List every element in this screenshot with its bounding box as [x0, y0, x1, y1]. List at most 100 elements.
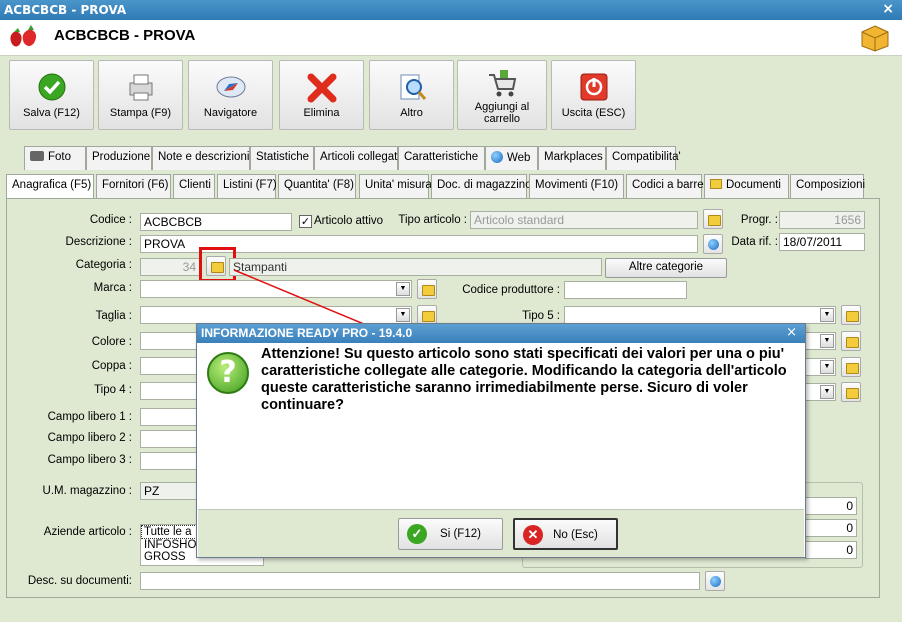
tab-top-1[interactable]: Produzione — [86, 146, 152, 170]
tab-label: Produzione — [92, 151, 151, 163]
no-label: No (Esc) — [553, 529, 598, 541]
toolbar-button-1[interactable]: Stampa (F9) — [98, 60, 183, 130]
app-header: ACBCBCB - PROVA — [0, 20, 902, 56]
data-rif-field[interactable]: 18/07/2011 — [779, 233, 865, 251]
toolbar-button-3[interactable]: Elimina — [279, 60, 364, 130]
colore-label: Colore : — [91, 336, 132, 348]
toolbar-button-label: Uscita (ESC) — [561, 107, 626, 119]
taglia-label: Taglia : — [95, 310, 132, 322]
taglia-folder-icon[interactable] — [417, 305, 437, 325]
chevron-down-icon: ▼ — [820, 308, 834, 322]
campo-libero-1-field[interactable] — [140, 408, 200, 426]
tab-top-0[interactable]: Foto — [24, 146, 86, 170]
chevron-down-icon: ▼ — [820, 360, 834, 374]
toolbar-button-label: Stampa (F9) — [109, 107, 172, 119]
toolbar-button-2[interactable]: Navigatore — [188, 60, 273, 130]
tipo6-folder-icon[interactable] — [841, 331, 861, 351]
tab-bottom-9[interactable]: Documenti — [704, 174, 789, 198]
tab-bottom-0[interactable]: Anagrafica (F5) — [6, 174, 94, 200]
tab-bottom-5[interactable]: Unita' misura — [359, 174, 432, 198]
check-icon — [38, 73, 65, 101]
toolbar-button-4[interactable]: Altro — [369, 60, 454, 130]
dialog-close-button[interactable]: × — [786, 325, 797, 340]
tab-bottom-3[interactable]: Listini (F7) — [217, 174, 277, 198]
tipo5-folder-icon[interactable] — [841, 305, 861, 325]
folder-icon — [710, 179, 722, 189]
chevron-down-icon: ▼ — [396, 282, 410, 296]
toolbar-button-6[interactable]: Uscita (ESC) — [551, 60, 636, 130]
toolbar-button-label: Aggiungi al carrello — [474, 101, 530, 125]
tab-bottom-2[interactable]: Clienti — [173, 174, 215, 198]
tab-bottom-10[interactable]: Composizioni — [790, 174, 865, 198]
campo-libero-2-field[interactable] — [140, 430, 200, 448]
um-magazzino-field[interactable]: PZ — [140, 482, 200, 500]
tab-top-3[interactable]: Statistiche — [250, 146, 314, 170]
qty-field-2[interactable]: 0 — [805, 519, 857, 537]
tab-label: Web — [507, 152, 531, 164]
taglia-select[interactable]: ▼ — [140, 306, 412, 324]
no-button[interactable]: ✕ No (Esc) — [513, 518, 618, 550]
yes-button[interactable]: ✓ Si (F12) — [398, 518, 503, 550]
desc-documenti-globe-icon[interactable] — [705, 571, 725, 591]
campo-libero-3-field[interactable] — [140, 452, 200, 470]
confirm-dialog: INFORMAZIONE READY PRO - 19.4.0 × ? Atte… — [196, 323, 806, 558]
descrizione-globe-icon[interactable] — [703, 234, 723, 254]
tab-bottom-4[interactable]: Quantita' (F8) — [278, 174, 356, 198]
toolbar-button-0[interactable]: Salva (F12) — [9, 60, 94, 130]
tab-label: Doc. di magazzino — [437, 179, 532, 191]
tab-top-2[interactable]: Note e descrizioni — [152, 146, 250, 170]
tab-top-8[interactable]: Compatibilita' — [606, 146, 681, 170]
tipo7-folder-icon[interactable] — [841, 357, 861, 377]
tab-bottom-7[interactable]: Movimenti (F10) — [529, 174, 624, 198]
tab-label: Statistiche — [256, 151, 310, 163]
desc-documenti-field[interactable] — [140, 572, 700, 590]
dialog-message: Attenzione! Su questo articolo sono stat… — [261, 346, 787, 413]
tab-top-4[interactable]: Articoli collegati — [314, 146, 400, 170]
toolbar-button-label: Altro — [400, 107, 423, 119]
tipo5-select[interactable]: ▼ — [564, 306, 836, 324]
qty-field-1[interactable]: 0 — [805, 497, 857, 515]
categoria-code-field[interactable]: 34 — [140, 258, 200, 276]
tab-label: Clienti — [179, 179, 211, 191]
tipo-articolo-field[interactable]: Articolo standard — [470, 211, 698, 229]
window-close-button[interactable]: × — [882, 1, 894, 17]
tab-bottom-1[interactable]: Fornitori (F6) — [96, 174, 171, 198]
tab-top-6[interactable]: Web — [485, 146, 538, 170]
package-icon — [861, 25, 889, 52]
toolbar-button-5[interactable]: Aggiungi al carrello — [457, 60, 547, 130]
yes-label: Si (F12) — [440, 528, 481, 540]
marca-folder-icon[interactable] — [417, 279, 437, 299]
globe-icon — [491, 151, 503, 163]
progr-label: Progr. : — [740, 214, 778, 226]
window-titlebar: ACBCBCB - PROVA × — [0, 0, 902, 20]
descrizione-label: Descrizione : — [65, 236, 132, 248]
tab-bottom-6[interactable]: Doc. di magazzino — [431, 174, 532, 198]
tipo-articolo-folder-icon[interactable] — [703, 209, 723, 229]
strawberry-logo-icon — [10, 25, 37, 47]
campo-libero-1-label: Campo libero 1 : — [47, 411, 132, 423]
campo-libero-3-label: Campo libero 3 : — [47, 454, 132, 466]
tab-bottom-8[interactable]: Codici a barre — [626, 174, 704, 198]
dialog-title: INFORMAZIONE READY PRO - 19.4.0 — [197, 324, 805, 343]
tabs-top: Foto Produzione Note e descrizioni Statisti… — [14, 146, 874, 172]
tipo8-folder-icon[interactable] — [841, 382, 861, 402]
coppa-label: Coppa : — [91, 360, 132, 372]
tab-label: Note e descrizioni — [158, 151, 250, 163]
articolo-attivo-checkbox[interactable]: ✓ — [299, 215, 312, 228]
qty-field-3[interactable]: 0 — [805, 541, 857, 559]
codice-field[interactable]: ACBCBCB — [140, 213, 292, 231]
codice-produttore-field[interactable] — [564, 281, 687, 299]
printer-icon — [129, 74, 152, 101]
altre-categorie-button[interactable]: Altre categorie — [605, 258, 727, 278]
tab-top-5[interactable]: Caratteristiche — [398, 146, 485, 170]
tab-top-7[interactable]: Markplaces — [538, 146, 606, 170]
tab-label: Fornitori (F6) — [102, 179, 169, 191]
marca-select[interactable]: ▼ — [140, 280, 412, 298]
tab-label: Unita' misura — [365, 179, 432, 191]
window-title: ACBCBCB - PROVA — [4, 3, 127, 17]
progr-field: 1656 — [779, 211, 865, 229]
tab-label: Listini (F7) — [223, 179, 277, 191]
tab-label: Codici a barre — [632, 179, 704, 191]
power-icon — [580, 73, 607, 101]
toolbar-button-label: Elimina — [303, 107, 340, 119]
